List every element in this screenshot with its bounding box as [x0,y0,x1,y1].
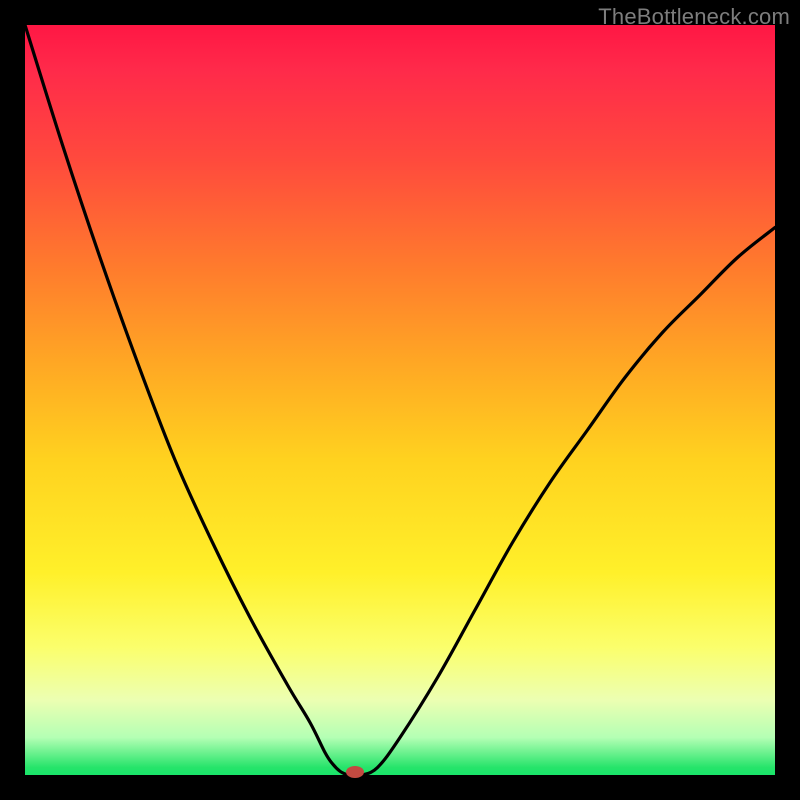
minimum-marker [346,766,364,778]
plot-area [25,25,775,775]
chart-frame: TheBottleneck.com [0,0,800,800]
curve-path [25,25,775,775]
bottleneck-curve [25,25,775,775]
